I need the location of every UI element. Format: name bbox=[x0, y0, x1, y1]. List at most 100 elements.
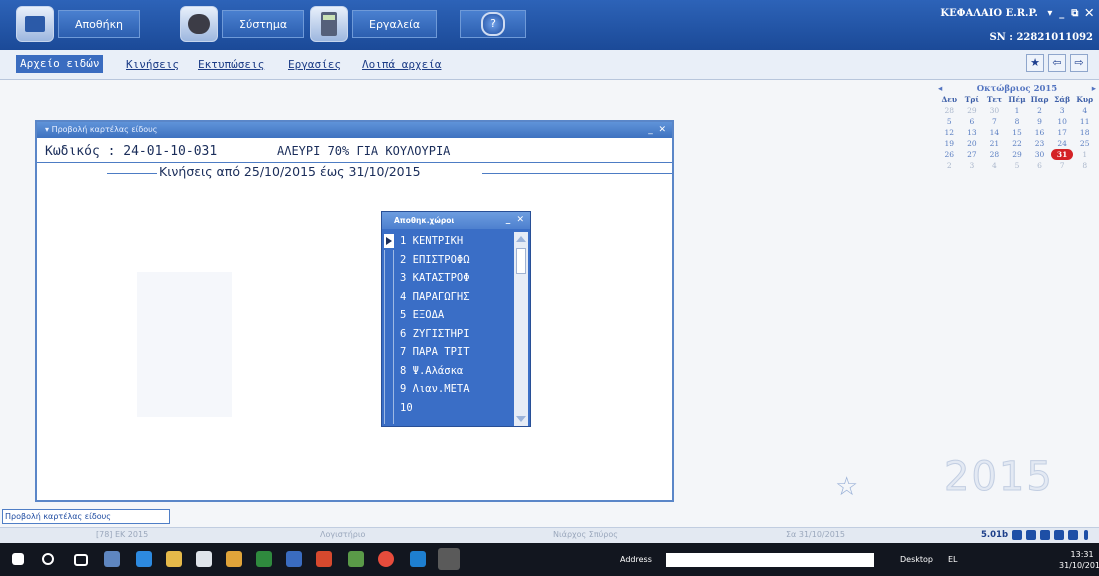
calendar-day[interactable]: 3 bbox=[961, 160, 984, 171]
popup-titlebar[interactable]: Αποθηκ.χώροι _ ✕ bbox=[382, 212, 530, 229]
calendar-day[interactable]: 2 bbox=[938, 160, 961, 171]
menu-item-prints[interactable]: Εκτυπώσεις bbox=[198, 58, 264, 71]
app-icon[interactable] bbox=[316, 551, 332, 567]
calendar-day[interactable]: 17 bbox=[1051, 127, 1074, 138]
calendar-day[interactable]: 5 bbox=[938, 116, 961, 127]
list-item[interactable]: 7 ΠΑΡΑ ΤΡΙΤ bbox=[398, 343, 512, 362]
calendar-day[interactable]: 26 bbox=[938, 149, 961, 160]
warehouse-list[interactable]: 1 ΚΕΝΤΡΙΚΗ 2 ΕΠΙΣΤΡΟΦΩ 3 ΚΑΤΑΣΤΡΟΦ 4 ΠΑΡ… bbox=[398, 232, 512, 426]
calendar-day[interactable]: 9 bbox=[1028, 116, 1051, 127]
search-icon[interactable] bbox=[42, 553, 54, 565]
calendar-day[interactable]: 25 bbox=[1073, 138, 1096, 149]
list-item[interactable]: 3 ΚΑΤΑΣΤΡΟΦ bbox=[398, 269, 512, 288]
window-minimize-close[interactable]: _ ✕ bbox=[648, 122, 666, 138]
edge-icon[interactable] bbox=[136, 551, 152, 567]
mail-icon[interactable] bbox=[1068, 530, 1078, 540]
scroll-up-icon[interactable] bbox=[516, 236, 526, 242]
chrome-icon[interactable] bbox=[378, 551, 394, 567]
calendar-day[interactable]: 6 bbox=[961, 116, 984, 127]
calendar-day[interactable]: 10 bbox=[1051, 116, 1074, 127]
calendar-day[interactable]: 1 bbox=[1073, 149, 1096, 160]
favorite-star-button[interactable]: ★ bbox=[1026, 54, 1044, 72]
calendar-day[interactable]: 14 bbox=[983, 127, 1006, 138]
calendar-day[interactable]: 28 bbox=[938, 105, 961, 116]
calendar-day[interactable]: 11 bbox=[1073, 116, 1096, 127]
popup-close-icon[interactable]: _ ✕ bbox=[506, 212, 524, 229]
scroll-down-icon[interactable] bbox=[516, 416, 526, 422]
calendar-day[interactable]: 24 bbox=[1051, 138, 1074, 149]
calendar-day[interactable]: 29 bbox=[961, 105, 984, 116]
calendar-day[interactable]: 16 bbox=[1028, 127, 1051, 138]
language-indicator[interactable]: EL bbox=[948, 555, 958, 564]
list-item[interactable]: 8 Ψ.Αλάσκα bbox=[398, 362, 512, 381]
calendar-day[interactable]: 8 bbox=[1006, 116, 1029, 127]
window-titlebar[interactable]: ▾ Προβολή καρτέλας είδους _ ✕ bbox=[37, 122, 672, 138]
desktop-toolbar[interactable]: Desktop bbox=[900, 555, 933, 564]
help-button[interactable]: ? bbox=[456, 6, 526, 42]
edit-icon[interactable] bbox=[1012, 530, 1022, 540]
calculator-small-icon[interactable] bbox=[1040, 530, 1050, 540]
window-controls[interactable]: ▾ _ ⧉ ✕ bbox=[1047, 8, 1093, 19]
list-item[interactable]: 6 ΖΥΓΙΣΤΗΡΙ bbox=[398, 325, 512, 344]
calendar-day[interactable]: 19 bbox=[938, 138, 961, 149]
menu-item-tasks[interactable]: Εργασίες bbox=[288, 58, 341, 71]
print-icon[interactable] bbox=[1026, 530, 1036, 540]
explorer-icon[interactable] bbox=[166, 551, 182, 567]
calendar-day[interactable]: 27 bbox=[961, 149, 984, 160]
store-icon[interactable] bbox=[196, 551, 212, 567]
address-input[interactable] bbox=[666, 553, 874, 567]
excel-icon[interactable] bbox=[256, 551, 272, 567]
list-item[interactable]: 1 ΚΕΝΤΡΙΚΗ bbox=[398, 232, 512, 251]
menu-item-other-files[interactable]: Λοιπά αρχεία bbox=[362, 58, 441, 71]
mail-app-icon[interactable] bbox=[410, 551, 426, 567]
menu-item-items-file[interactable]: Αρχείο ειδών bbox=[16, 55, 104, 73]
list-item[interactable]: 2 ΕΠΙΣΤΡΟΦΩ bbox=[398, 251, 512, 270]
open-window-tab[interactable]: Προβολή καρτέλας είδους bbox=[2, 509, 170, 524]
windows-start-icon[interactable] bbox=[12, 553, 24, 565]
task-view-icon[interactable] bbox=[74, 554, 88, 566]
calendar-day[interactable]: 4 bbox=[983, 160, 1006, 171]
calendar-day[interactable]: 15 bbox=[1006, 127, 1029, 138]
calendar-day[interactable]: 4 bbox=[1073, 105, 1096, 116]
app-icon[interactable] bbox=[226, 551, 242, 567]
erp-icon[interactable] bbox=[286, 551, 302, 567]
calendar-day[interactable]: 6 bbox=[1028, 160, 1051, 171]
back-arrow-button[interactable]: ⇦ bbox=[1048, 54, 1066, 72]
calendar-day[interactable]: 8 bbox=[1073, 160, 1096, 171]
star-icon[interactable]: ☆ bbox=[835, 472, 858, 502]
calendar-day[interactable]: 18 bbox=[1073, 127, 1096, 138]
calendar-day[interactable]: 23 bbox=[1028, 138, 1051, 149]
popup-scrollbar[interactable] bbox=[514, 232, 528, 426]
publisher-icon[interactable] bbox=[348, 551, 364, 567]
calendar-day[interactable]: 13 bbox=[961, 127, 984, 138]
kefalaio-icon[interactable] bbox=[438, 548, 460, 570]
warehouse-button[interactable]: Αποθήκη bbox=[16, 6, 141, 42]
clock[interactable]: 13:31 31/10/2015 bbox=[1059, 549, 1099, 571]
list-item[interactable]: 4 ΠΑΡΑΓΩΓΗΣ bbox=[398, 288, 512, 307]
calendar-day[interactable]: 30 bbox=[1028, 149, 1051, 160]
calendar-day[interactable]: 7 bbox=[1051, 160, 1074, 171]
tools-button[interactable]: Εργαλεία bbox=[310, 6, 438, 42]
list-item[interactable]: 10 bbox=[398, 399, 512, 418]
calendar-day[interactable]: 5 bbox=[1006, 160, 1029, 171]
calendar-day[interactable]: 31 bbox=[1050, 149, 1074, 160]
menu-item-movements[interactable]: Κινήσεις bbox=[126, 58, 179, 71]
forward-arrow-button[interactable]: ⇨ bbox=[1070, 54, 1088, 72]
calendar-day[interactable]: 20 bbox=[961, 138, 984, 149]
calendar-next-icon[interactable]: ▸ bbox=[1092, 84, 1096, 94]
calendar-prev-icon[interactable]: ◂ bbox=[938, 84, 942, 94]
list-item[interactable]: 9 Λιαν.ΜΕΤΑ bbox=[398, 380, 512, 399]
calendar-day[interactable]: 12 bbox=[938, 127, 961, 138]
people-icon[interactable] bbox=[104, 551, 120, 567]
calendar-day[interactable]: 22 bbox=[1006, 138, 1029, 149]
calendar-day[interactable]: 2 bbox=[1028, 105, 1051, 116]
calendar-day[interactable]: 1 bbox=[1006, 105, 1029, 116]
calendar-day[interactable]: 3 bbox=[1051, 105, 1074, 116]
system-button[interactable]: Σύστημα bbox=[180, 6, 305, 42]
info-icon[interactable] bbox=[1084, 530, 1088, 540]
copyright-icon[interactable] bbox=[1054, 530, 1064, 540]
calendar-day[interactable]: 7 bbox=[983, 116, 1006, 127]
calendar-day[interactable]: 30 bbox=[983, 105, 1006, 116]
list-item[interactable]: 5 ΕΞΟΔΑ bbox=[398, 306, 512, 325]
calendar-day[interactable]: 21 bbox=[983, 138, 1006, 149]
